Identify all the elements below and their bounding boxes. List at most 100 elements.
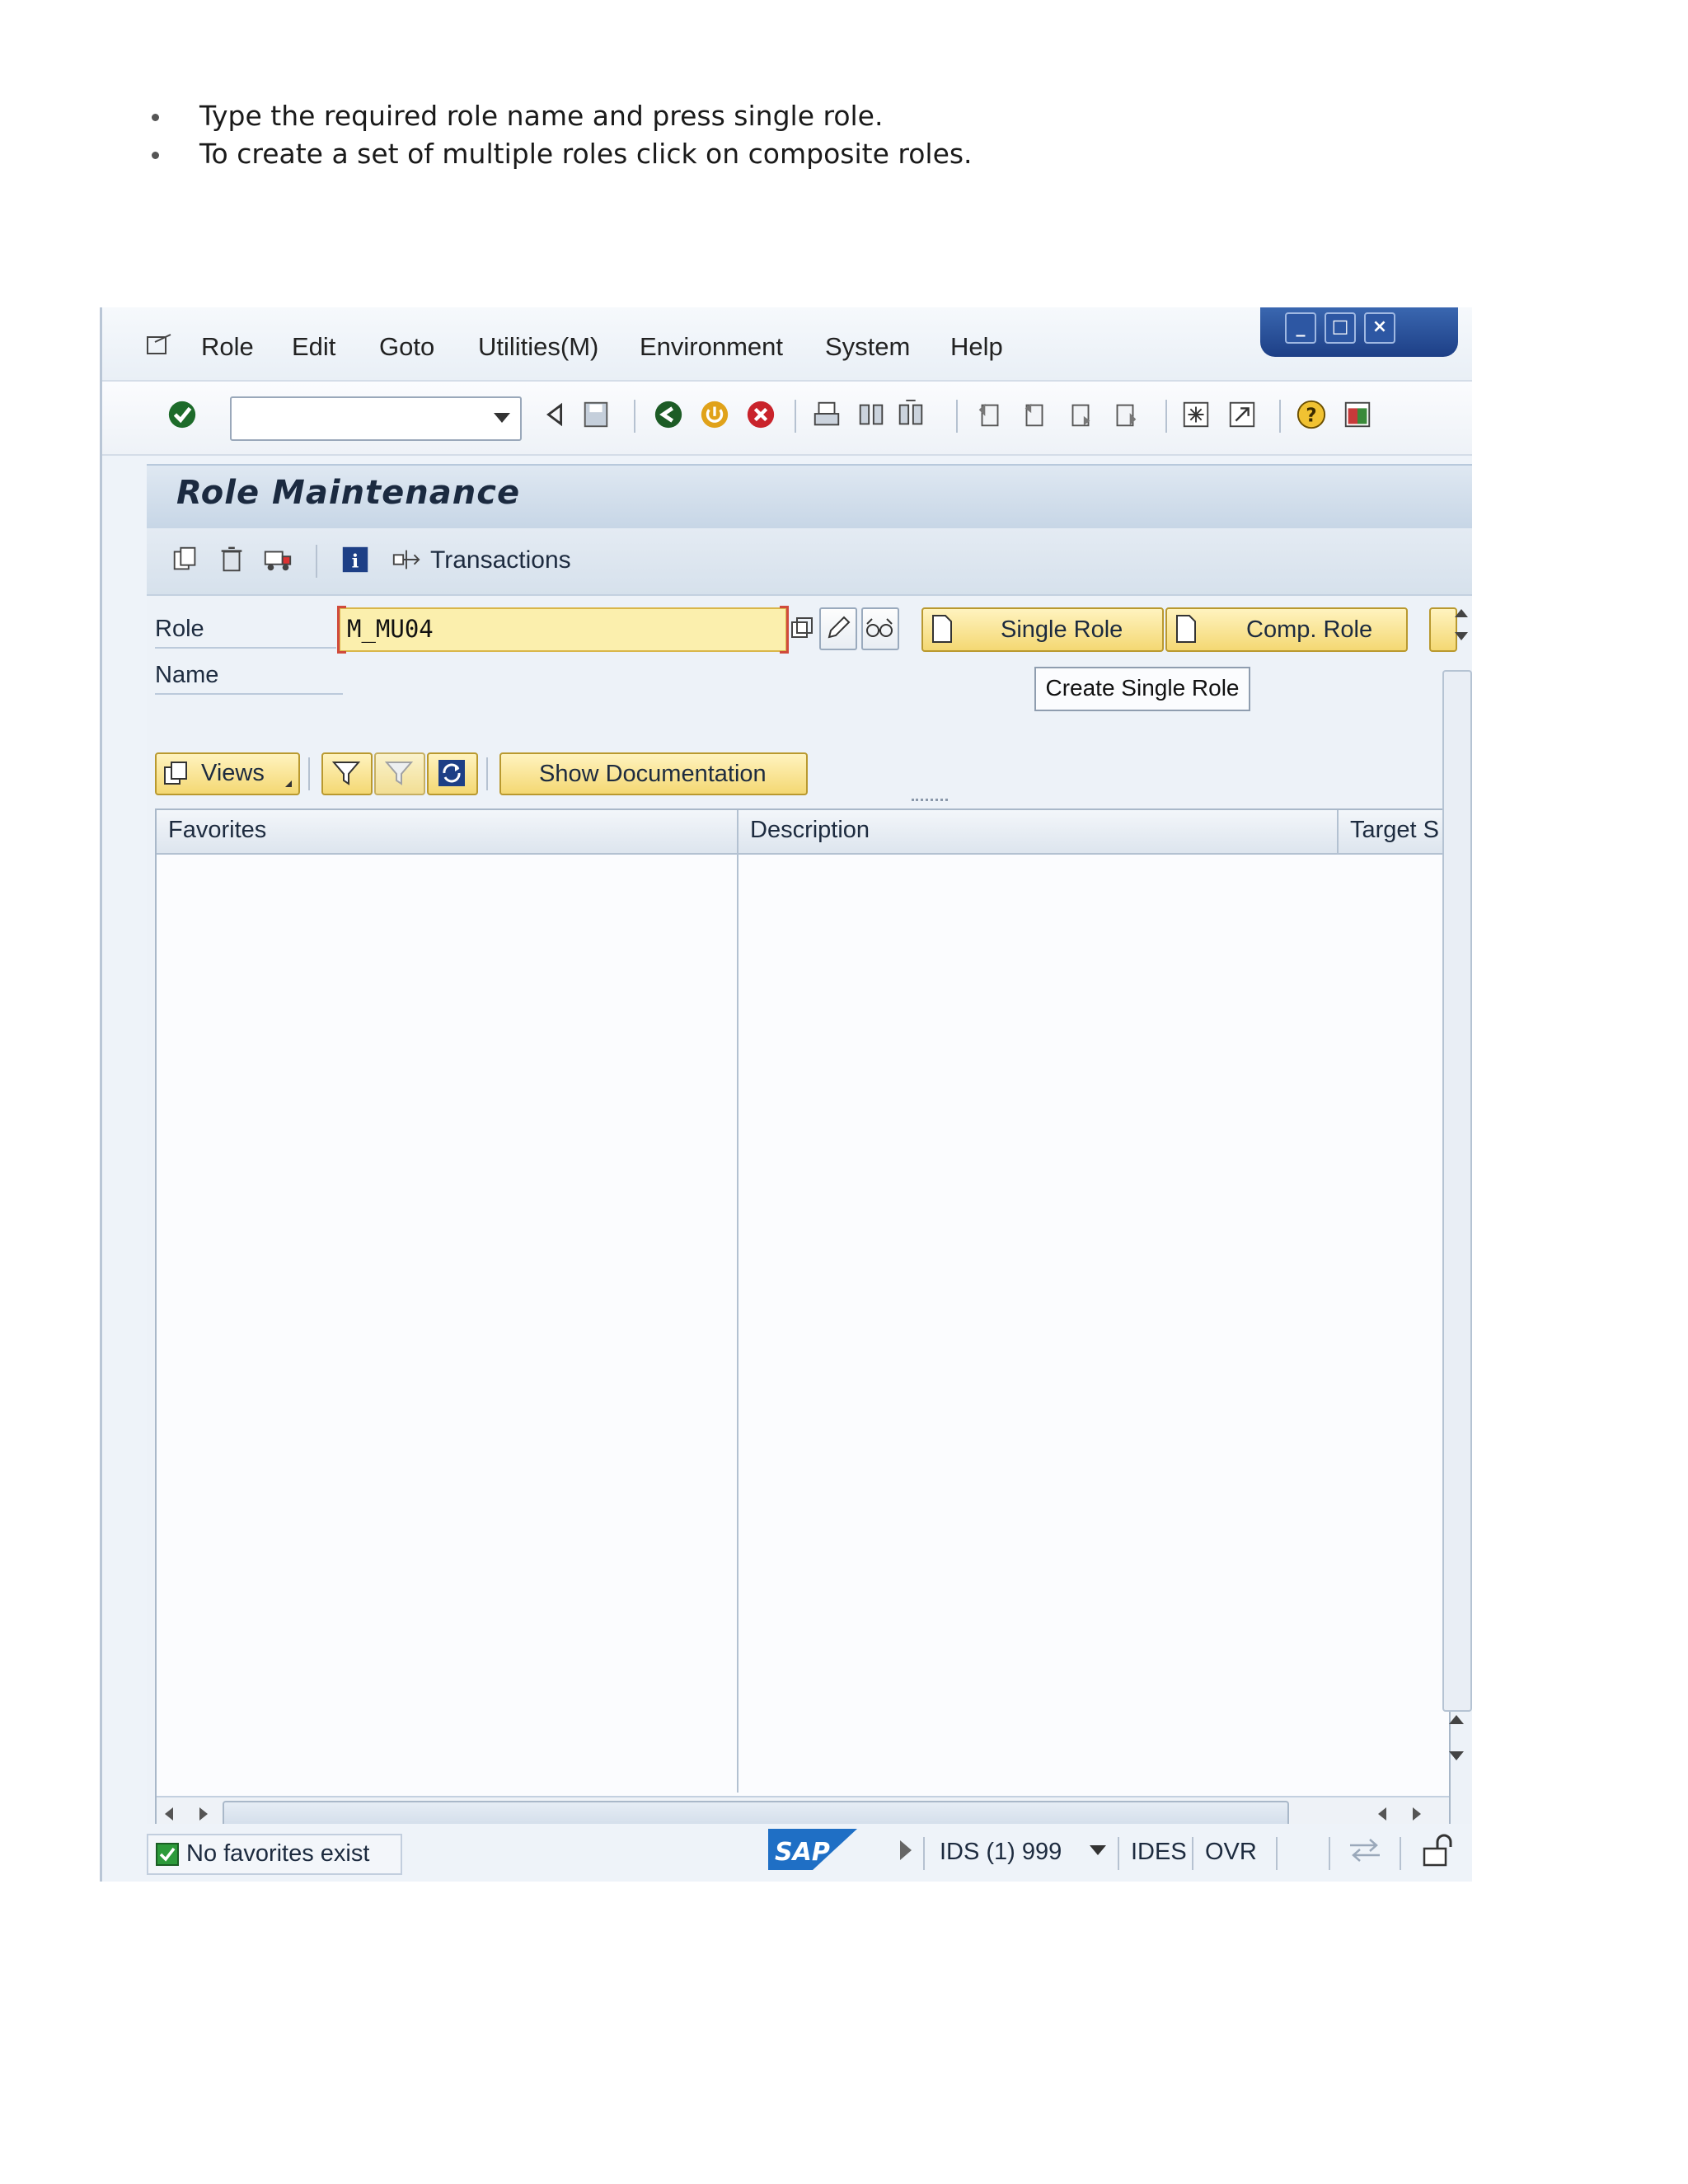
- scroll-down-icon[interactable]: [1449, 1751, 1464, 1760]
- cancel-icon[interactable]: [745, 398, 776, 431]
- window-controls: _ □ ×: [1260, 307, 1458, 357]
- customize-layout-icon[interactable]: [1342, 398, 1373, 431]
- toolbar-separator: [308, 757, 310, 790]
- scroll-down-icon[interactable]: [1455, 632, 1468, 640]
- menu-edit[interactable]: Edit: [292, 332, 335, 362]
- menu-goto[interactable]: Goto: [379, 332, 434, 362]
- toolbar-separator: [923, 1837, 925, 1870]
- views-button[interactable]: Views: [155, 752, 300, 795]
- scroll-up-icon[interactable]: [1455, 609, 1468, 617]
- scroll-left-icon[interactable]: [1378, 1807, 1386, 1821]
- svg-text:?: ?: [1306, 405, 1316, 427]
- scroll-right-icon[interactable]: [199, 1807, 208, 1821]
- divider: [155, 647, 336, 649]
- find-next-icon[interactable]: [895, 398, 926, 431]
- tree-header: Favorites Description Target S: [157, 810, 1449, 855]
- role-maintenance-screen: Role Maintenance i Transactions Role M_M…: [147, 464, 1472, 1882]
- back-icon[interactable]: [653, 398, 684, 431]
- enter-icon[interactable]: [166, 398, 198, 431]
- first-page-icon[interactable]: [974, 398, 1006, 431]
- menu-environment[interactable]: Environment: [640, 332, 783, 362]
- transactions-button[interactable]: Transactions: [430, 546, 571, 574]
- close-icon[interactable]: ×: [1364, 312, 1395, 344]
- refresh-button[interactable]: [427, 752, 478, 795]
- show-documentation-button[interactable]: Show Documentation: [499, 752, 808, 795]
- copy-icon[interactable]: [170, 543, 201, 576]
- system-info[interactable]: IDS (1) 999: [940, 1839, 1062, 1866]
- menu-role[interactable]: Role: [201, 332, 254, 362]
- change-button[interactable]: [819, 607, 857, 650]
- role-label: Role: [155, 616, 204, 642]
- filter-off-icon: [384, 762, 414, 785]
- application-toolbar: i Transactions: [147, 528, 1472, 596]
- sap-logo: SAP: [768, 1829, 857, 1870]
- transport-icon[interactable]: [262, 543, 293, 576]
- menu-bar: Role Edit Goto Utilities(M) Environment …: [102, 307, 1472, 382]
- column-separator[interactable]: [737, 810, 738, 853]
- find-icon[interactable]: [856, 398, 887, 431]
- scroll-up-icon[interactable]: [1449, 1715, 1464, 1724]
- toolbar-separator: [1118, 1837, 1119, 1870]
- information-icon[interactable]: i: [340, 543, 371, 576]
- toolbar-separator: [1400, 1837, 1401, 1870]
- toolbar-separator: [956, 400, 958, 433]
- previous-page-icon[interactable]: [1019, 398, 1050, 431]
- title-bar: Role Maintenance: [147, 464, 1472, 528]
- status-bar: No favorites exist SAP IDS (1) 999 IDES …: [102, 1824, 1472, 1882]
- document-icon: [932, 615, 952, 643]
- back-arrow-icon[interactable]: [539, 398, 570, 431]
- scroll-left-icon[interactable]: [165, 1807, 173, 1821]
- menu-arrow-icon[interactable]: [145, 332, 173, 357]
- tooltip: Create Single Role: [1034, 667, 1250, 711]
- toolbar-separator: [1329, 1837, 1330, 1870]
- possible-entries-icon[interactable]: [790, 616, 814, 642]
- toolbar-separator: [316, 545, 317, 578]
- views-icon: [164, 762, 187, 785]
- lock-icon[interactable]: [1421, 1832, 1456, 1868]
- print-icon[interactable]: [811, 398, 842, 431]
- menu-system[interactable]: System: [825, 332, 910, 362]
- chevron-down-icon[interactable]: [494, 413, 510, 423]
- filter-button[interactable]: [321, 752, 373, 795]
- input-mode[interactable]: OVR: [1205, 1839, 1257, 1866]
- shortcut-icon[interactable]: [1226, 398, 1258, 431]
- filter-off-button[interactable]: [374, 752, 425, 795]
- menu-help[interactable]: Help: [950, 332, 1003, 362]
- vertical-scrollbar[interactable]: [1442, 670, 1472, 1712]
- splitter-handle[interactable]: [912, 799, 948, 804]
- toolbar-separator: [1276, 1837, 1278, 1870]
- status-expand-icon[interactable]: [900, 1840, 912, 1860]
- column-header-description[interactable]: Description: [750, 817, 870, 844]
- svg-text:i: i: [352, 551, 359, 573]
- name-label: Name: [155, 662, 219, 688]
- sap-window: Role Edit Goto Utilities(M) Environment …: [100, 307, 1472, 1882]
- new-session-icon[interactable]: [1180, 398, 1212, 431]
- filter-icon: [331, 762, 361, 785]
- glasses-icon: [866, 618, 893, 637]
- single-role-button[interactable]: Single Role: [921, 607, 1164, 652]
- column-header-favorites[interactable]: Favorites: [168, 817, 266, 844]
- next-page-icon[interactable]: [1065, 398, 1096, 431]
- maximize-icon[interactable]: □: [1325, 312, 1356, 344]
- save-icon[interactable]: [580, 398, 612, 431]
- menu-utilities[interactable]: Utilities(M): [478, 332, 598, 362]
- exit-icon[interactable]: [699, 398, 730, 431]
- column-separator[interactable]: [1337, 810, 1339, 853]
- comp-role-button[interactable]: Comp. Role: [1165, 607, 1408, 652]
- chevron-down-icon[interactable]: [1090, 1845, 1106, 1855]
- role-input[interactable]: M_MU04: [337, 606, 789, 654]
- help-icon[interactable]: ?: [1296, 398, 1327, 431]
- page-title: Role Maintenance: [176, 474, 521, 512]
- field-scrollbar[interactable]: [1451, 604, 1472, 670]
- command-field[interactable]: [230, 396, 522, 441]
- scroll-right-icon[interactable]: [1413, 1807, 1421, 1821]
- delete-icon[interactable]: [216, 543, 247, 576]
- last-page-icon[interactable]: [1109, 398, 1141, 431]
- display-button[interactable]: [861, 607, 899, 650]
- dropdown-icon: [285, 780, 292, 787]
- minimize-icon[interactable]: _: [1285, 312, 1316, 344]
- column-divider: [737, 853, 738, 1793]
- toolbar-separator: [486, 757, 488, 790]
- show-documentation-label: Show Documentation: [539, 761, 767, 787]
- column-header-target[interactable]: Target S: [1350, 817, 1442, 844]
